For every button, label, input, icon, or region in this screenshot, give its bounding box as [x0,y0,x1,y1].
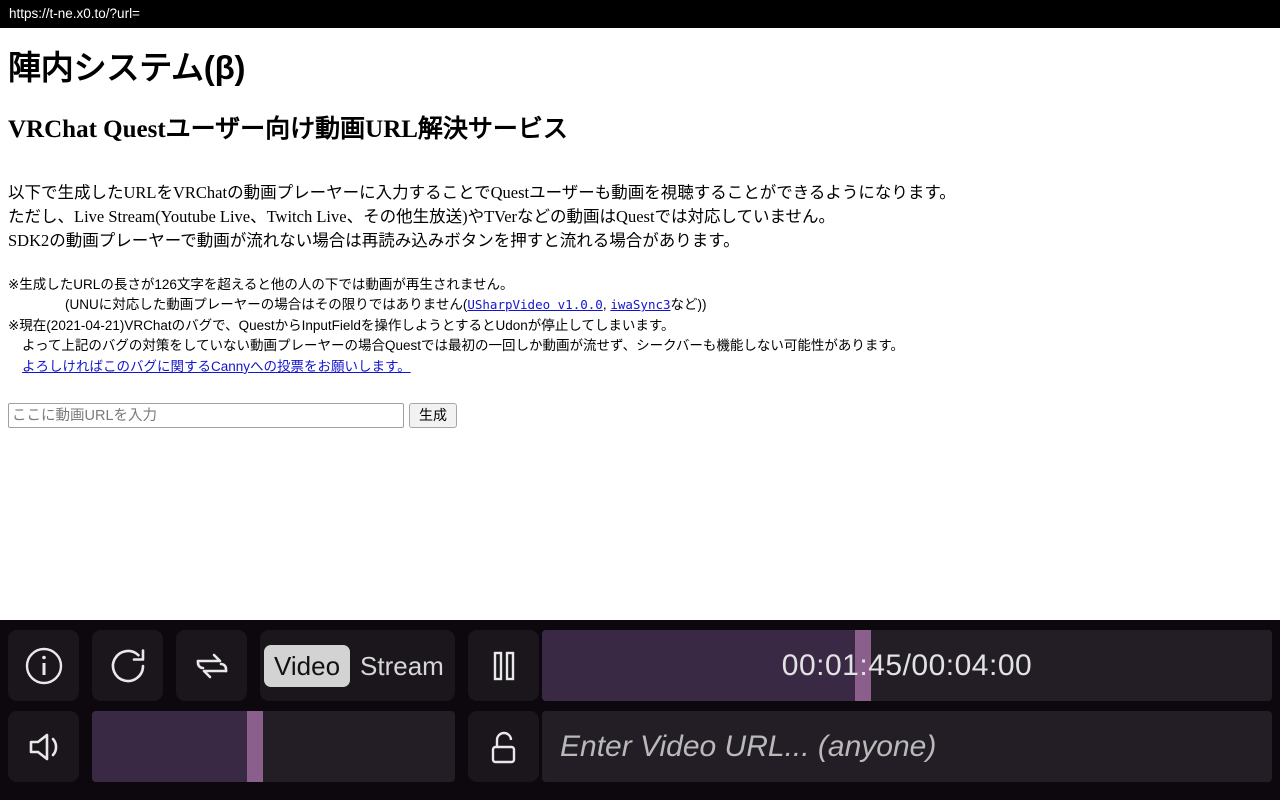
volume-slider-fill [92,711,256,782]
page-content: 陣内システム(β) VRChat Questユーザー向け動画URL解決サービス … [0,49,1280,429]
note-line-3: ※現在(2021-04-21)VRChatのバグで、QuestからInputFi… [8,317,675,333]
player-top-row: Video Stream 00:01:45/00:04:00 [8,630,1272,701]
note-line-2-prefix: (UNUに対応した動画プレーヤーの場合はその限りではありません( [65,297,468,313]
notes-section: ※生成したURLの長さが126文字を超えると他の人の下では動画が再生されません。… [8,275,1272,378]
link-usharpvideo[interactable]: USharpVideo v1.0.0 [467,297,602,312]
url-generator-form: 生成 [8,403,1272,429]
player-url-row: Enter Video URL... (anyone) [468,711,1272,782]
note-line-2: (UNUに対応した動画プレーヤーの場合はその限りではありません(USharpVi… [8,295,1272,316]
description-line-2: ただし、Live Stream(Youtube Live、Twitch Live… [8,206,836,226]
info-icon [21,643,67,689]
toggle-option-stream[interactable]: Stream [350,645,454,687]
volume-icon [21,724,67,770]
volume-slider[interactable] [92,711,455,782]
volume-button[interactable] [8,711,79,782]
note-line-2-suffix: など)) [670,297,707,313]
player-controls-left: Video Stream [8,630,455,701]
toggle-option-video[interactable]: Video [264,644,351,687]
seek-bar-handle[interactable] [855,630,872,701]
lock-button[interactable] [468,711,539,782]
player-seek-row: 00:01:45/00:04:00 [468,630,1272,701]
loop-icon [189,643,235,689]
player-url-input[interactable]: Enter Video URL... (anyone) [542,711,1272,782]
description-paragraph: 以下で生成したURLをVRChatの動画プレーヤーに入力することでQuestユー… [8,181,1272,253]
note-line-1: ※生成したURLの長さが126文字を超えると他の人の下では動画が再生されません。 [8,276,514,292]
page-title: 陣内システム(β) [8,49,246,86]
seek-bar-fill [542,630,864,701]
link-iwasync3[interactable]: iwaSync3 [610,297,670,312]
description-line-3: SDK2の動画プレーヤーで動画が流れない場合は再読み込みボタンを押すと流れる場合… [8,230,740,250]
player-bottom-row: Enter Video URL... (anyone) [8,711,1272,782]
note-line-4: よって上記のバグの対策をしていない動画プレーヤーの場合Questでは最初の一回し… [22,338,905,354]
pause-button[interactable] [468,630,539,701]
pause-icon [483,645,525,687]
reload-icon [105,643,151,689]
description-line-1: 以下で生成したURLをVRChatの動画プレーヤーに入力することでQuestユー… [8,182,956,202]
player-volume-group [8,711,455,782]
video-url-input[interactable] [8,403,404,429]
volume-slider-handle[interactable] [247,711,264,782]
service-subtitle: VRChat Questユーザー向け動画URL解決サービス [8,115,568,143]
generate-button[interactable]: 生成 [409,403,457,429]
info-button[interactable] [8,630,79,701]
address-bar-url: https://t-ne.x0.to/?url= [9,6,140,21]
video-player-panel: Video Stream 00:01:45/00:04:00 Enter Vid… [0,620,1280,800]
link-canny-vote[interactable]: よろしければこのバグに関するCannyへの投票をお願いします。 [22,359,411,374]
browser-address-bar[interactable]: https://t-ne.x0.to/?url= [0,0,1280,28]
unlock-icon [482,725,526,769]
note-line-5: よろしければこのバグに関するCannyへの投票をお願いします。 [8,357,1272,378]
player-url-placeholder: Enter Video URL... (anyone) [560,729,937,763]
reload-button[interactable] [92,630,163,701]
video-stream-toggle[interactable]: Video Stream [260,630,455,701]
seek-bar[interactable]: 00:01:45/00:04:00 [542,630,1272,701]
loop-button[interactable] [176,630,247,701]
